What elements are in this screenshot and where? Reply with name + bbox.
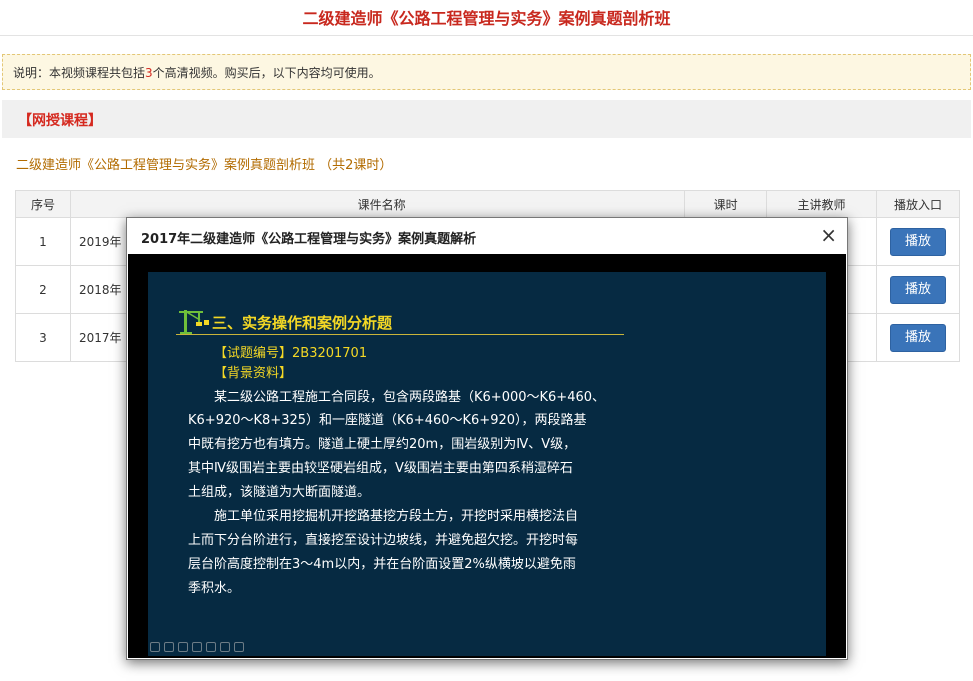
row-play-cell: 播放: [876, 265, 960, 314]
section-bar: 【网授课程】: [2, 100, 971, 138]
notice-count: 3: [145, 66, 153, 80]
slide-line: 季积水。: [188, 581, 241, 596]
slide-line: 上而下分台阶进行，直接挖至设计边坡线，并避免超欠挖。开挖时每: [188, 533, 579, 548]
header-teacher: 主讲教师: [766, 190, 877, 218]
row-index: 1: [15, 217, 71, 266]
slide-line: 中既有挖方也有填方。隧道上硬土厚约20m，围岩级别为Ⅳ、Ⅴ级，: [188, 437, 577, 452]
slide-line: 【背景资料】: [214, 366, 293, 381]
row-play-cell: 播放: [876, 313, 960, 362]
notice-bar: 说明：本视频课程共包括3个高清视频。购买后，以下内容均可使用。: [2, 54, 971, 90]
video-modal: 2017年二级建造师《公路工程管理与实务》案例真题解析 × 三、实务操作和案例分…: [126, 217, 848, 660]
menu-icon[interactable]: [220, 642, 230, 652]
slide-toolbar: [150, 642, 244, 652]
forward-icon[interactable]: [192, 642, 202, 652]
modal-title: 2017年二级建造师《公路工程管理与实务》案例真题解析: [141, 232, 477, 247]
header-name: 课件名称: [69, 190, 686, 218]
header-index: 序号: [15, 190, 71, 218]
zoom-icon[interactable]: [234, 642, 244, 652]
header-hours: 课时: [684, 190, 768, 218]
slide-line: 【试题编号】2B3201701: [214, 346, 368, 361]
page-header: 二级建造师《公路工程管理与实务》案例真题剖析班: [0, 0, 973, 36]
course-heading: 二级建造师《公路工程管理与实务》案例真题剖析班 （共2课时）: [16, 158, 393, 173]
row-index: 3: [15, 313, 71, 362]
page-title: 二级建造师《公路工程管理与实务》案例真题剖析班: [302, 9, 671, 28]
play-button[interactable]: 播放: [890, 323, 946, 352]
notice-suffix: 个高清视频。购买后，以下内容均可使用。: [152, 66, 381, 80]
pen-icon[interactable]: [150, 642, 160, 652]
slide-heading: 三、实务操作和案例分析题: [212, 314, 393, 332]
crane-icon: [179, 310, 209, 335]
table-header-row: 序号 课件名称 课时 主讲教师 播放入口: [15, 190, 960, 218]
modal-header: 2017年二级建造师《公路工程管理与实务》案例真题解析 ×: [127, 218, 847, 254]
slide-line: 土组成，该隧道为大断面隧道。: [188, 485, 371, 500]
slide-line: K6+920～K8+325）和一座隧道（K6+460～K6+920），两段路基: [188, 413, 587, 428]
slide-divider: [176, 334, 624, 335]
lecture-slide: 三、实务操作和案例分析题 【试题编号】2B3201701 【背景资料】 某二级公…: [148, 272, 826, 656]
play-button[interactable]: 播放: [890, 275, 946, 304]
back-icon[interactable]: [178, 642, 188, 652]
slide-line: 施工单位采用挖掘机开挖路基挖方段土方，开挖时采用横挖法自: [214, 509, 579, 524]
video-player[interactable]: 三、实务操作和案例分析题 【试题编号】2B3201701 【背景资料】 某二级公…: [128, 254, 846, 658]
slide-line: 层台阶高度控制在3～4m以内，并在台阶面设置2%纵横坡以避免雨: [188, 557, 576, 572]
row-index: 2: [15, 265, 71, 314]
close-icon[interactable]: ×: [820, 223, 837, 247]
slide-line: 某二级公路工程施工合同段，包含两段路基（K6+000～K6+460、: [214, 390, 606, 405]
row-play-cell: 播放: [876, 217, 960, 266]
play-button[interactable]: 播放: [890, 227, 946, 256]
home-icon[interactable]: [206, 642, 216, 652]
section-title: 【网授课程】: [18, 113, 102, 129]
slide-line: 其中Ⅳ级围岩主要由较坚硬岩组成，Ⅴ级围岩主要由第四系稍湿碎石: [188, 461, 573, 476]
header-play: 播放入口: [876, 190, 960, 218]
notice-prefix: 说明：本视频课程共包括: [13, 66, 146, 80]
highlighter-icon[interactable]: [164, 642, 174, 652]
